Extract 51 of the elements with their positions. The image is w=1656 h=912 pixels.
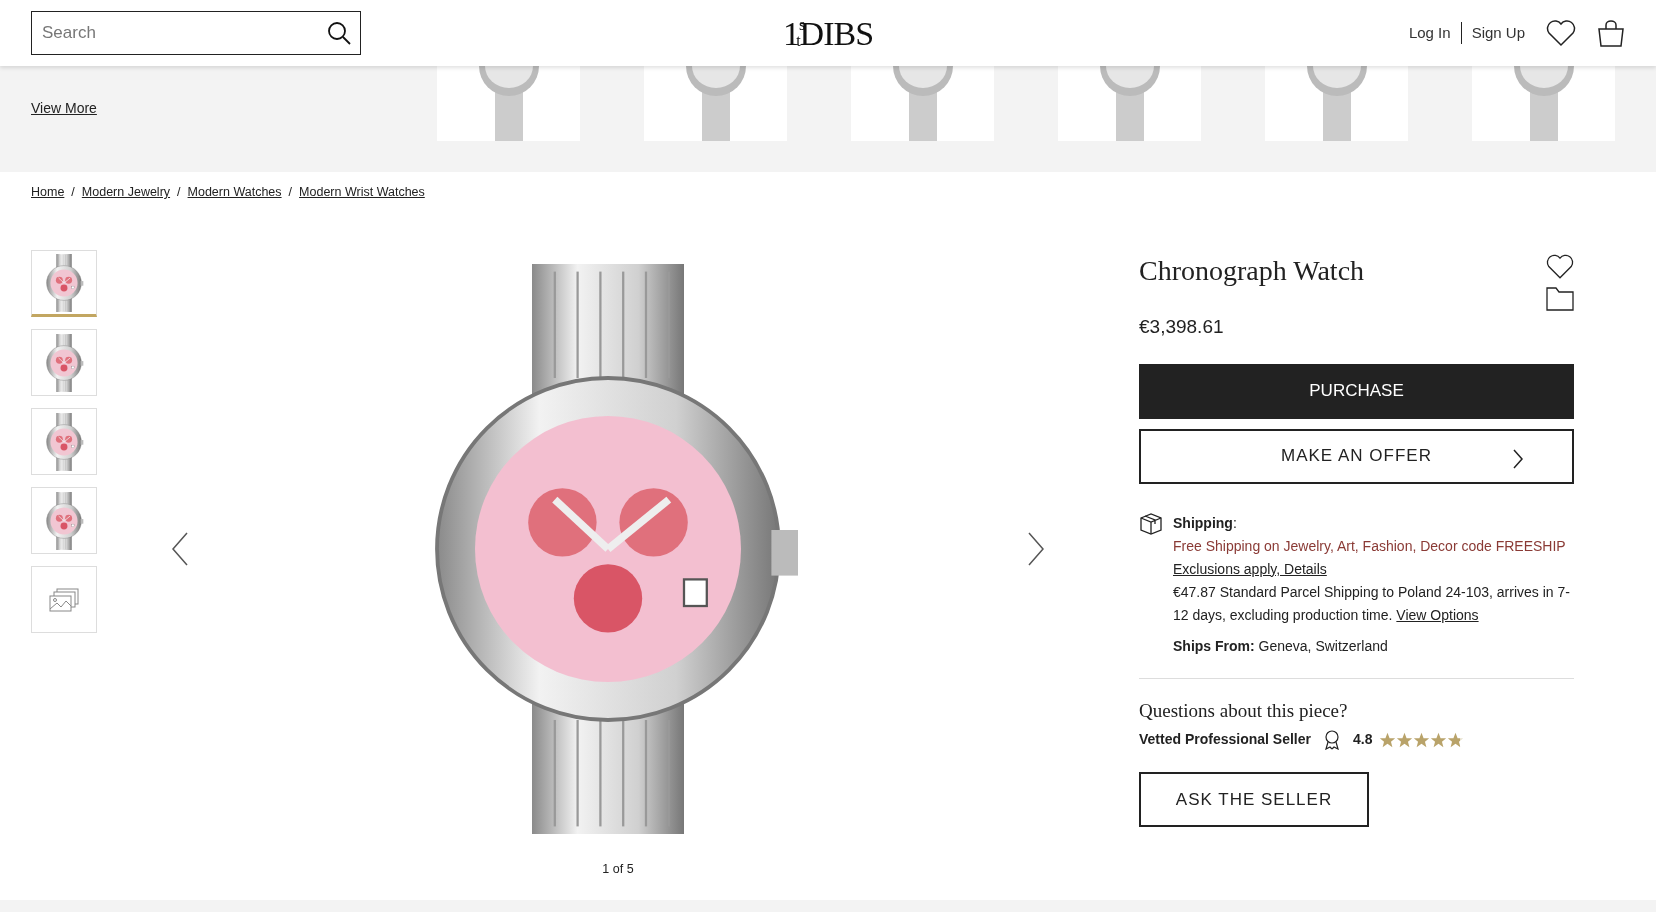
image-thumbnail[interactable] [31,329,97,396]
ask-seller-button[interactable]: ASK THE SELLER [1139,772,1369,827]
image-counter: 1 of 5 [601,861,635,878]
seller-label: Vetted Professional Seller [1139,730,1311,749]
make-offer-button[interactable]: MAKE AN OFFER [1139,428,1574,484]
promo-text: Free Shipping on Jewelry, Art, Fashion, Decor code FREESHIP Exclusions apply, Details [1173,536,1567,579]
watch-photo-placeholder[interactable] [644,66,787,141]
shopping-bag-icon[interactable] [1597,19,1625,47]
shipping-label: Shipping: [1173,513,1238,533]
chevron-icon [1512,448,1524,469]
details-link[interactable]: Exclusions apply, Details [1173,560,1327,577]
product-price: €3,398.61 [1139,315,1225,339]
heart-icon[interactable] [1546,254,1574,280]
watch-photo-placeholder[interactable] [1472,66,1615,141]
product-title: Chronograph Watch [1139,254,1365,288]
auth-link[interactable]: Sign Up [1471,21,1525,45]
watch-photo-placeholder[interactable] [1058,66,1201,141]
shipping-rate-text: €47.87 Standard Parcel Shipping to Poland 24-103, arrives in 7-12 days, excluding production time. View Options [1173,582,1571,625]
search-field[interactable]: Search [31,11,361,55]
purchase-button[interactable]: PURCHASE [1139,363,1574,419]
auth-link[interactable]: Log In [1408,21,1451,45]
star-icon [1413,731,1431,748]
heart-icon[interactable] [1546,19,1576,47]
folder-icon[interactable] [1546,287,1574,311]
watch-photo-placeholder[interactable] [437,66,580,141]
seller-rating: 4.8 [1352,730,1373,749]
more-images-button[interactable] [31,566,97,633]
breadcrumb-separator: / [288,184,293,201]
view-options-link[interactable]: View Options [1396,606,1479,623]
box-icon [1139,511,1163,536]
ships-from-text: Ships From: Geneva, Switzerland [1173,636,1389,656]
breadcrumb-separator: / [71,184,75,201]
watch-photo-placeholder[interactable] [851,66,994,141]
star-icon [1447,731,1465,748]
breadcrumb-link[interactable]: Modern Jewelry [81,183,171,202]
star-icon [1430,731,1448,748]
images-icon [49,587,79,612]
watch-photo-placeholder[interactable] [1265,66,1408,141]
image-thumbnail[interactable] [31,408,97,475]
search-icon[interactable] [327,21,351,45]
questions-heading: Questions about this piece? [1139,698,1349,723]
ribbon-icon [1322,729,1341,750]
breadcrumb-link[interactable]: Modern Watches [187,183,282,202]
star-icon [1379,731,1397,748]
view-more-link[interactable]: View More [31,98,97,119]
star-icon [1396,731,1414,748]
breadcrumb-link[interactable]: Home [31,183,65,202]
image-thumbnail[interactable] [31,487,97,554]
breadcrumb-separator: / [177,184,181,201]
breadcrumb-link[interactable]: Modern Wrist Watches [299,183,425,202]
image-thumbnail[interactable] [31,250,97,317]
